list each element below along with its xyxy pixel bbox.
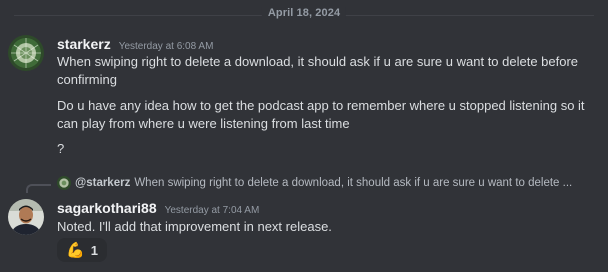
reply-avatar: [57, 176, 71, 190]
date-divider-label: April 18, 2024: [261, 7, 347, 19]
avatar[interactable]: [8, 199, 44, 235]
reply-text: When swiping right to delete a download,…: [134, 177, 573, 189]
message-header: sagarkothari88 Yesterday at 7:04 AM: [57, 200, 259, 216]
flexed-biceps-icon: 💪: [66, 241, 85, 259]
username[interactable]: sagarkothari88: [57, 200, 157, 216]
username[interactable]: starkerz: [57, 36, 111, 52]
reply-spine: [26, 184, 51, 193]
message-text: Do u have any idea how to get the podcas…: [57, 98, 585, 131]
reaction-count: 1: [90, 242, 98, 258]
avatar[interactable]: [8, 35, 44, 71]
message-text: Noted. I'll add that improvement in next…: [57, 219, 332, 234]
message-text: ?: [57, 141, 65, 156]
reply-preview[interactable]: @starkerz When swiping right to delete a…: [57, 176, 594, 190]
avatar-image: [8, 199, 44, 235]
message-text: When swiping right to delete a download,…: [57, 54, 579, 87]
reply-avatar-image: [57, 176, 71, 190]
reply-username[interactable]: @starkerz: [75, 177, 130, 189]
timestamp[interactable]: Yesterday at 7:04 AM: [165, 205, 260, 216]
reaction-button[interactable]: 💪 1: [57, 238, 107, 262]
message-header: starkerz Yesterday at 6:08 AM: [57, 36, 213, 52]
avatar-image: [8, 35, 44, 71]
timestamp[interactable]: Yesterday at 6:08 AM: [119, 41, 214, 52]
